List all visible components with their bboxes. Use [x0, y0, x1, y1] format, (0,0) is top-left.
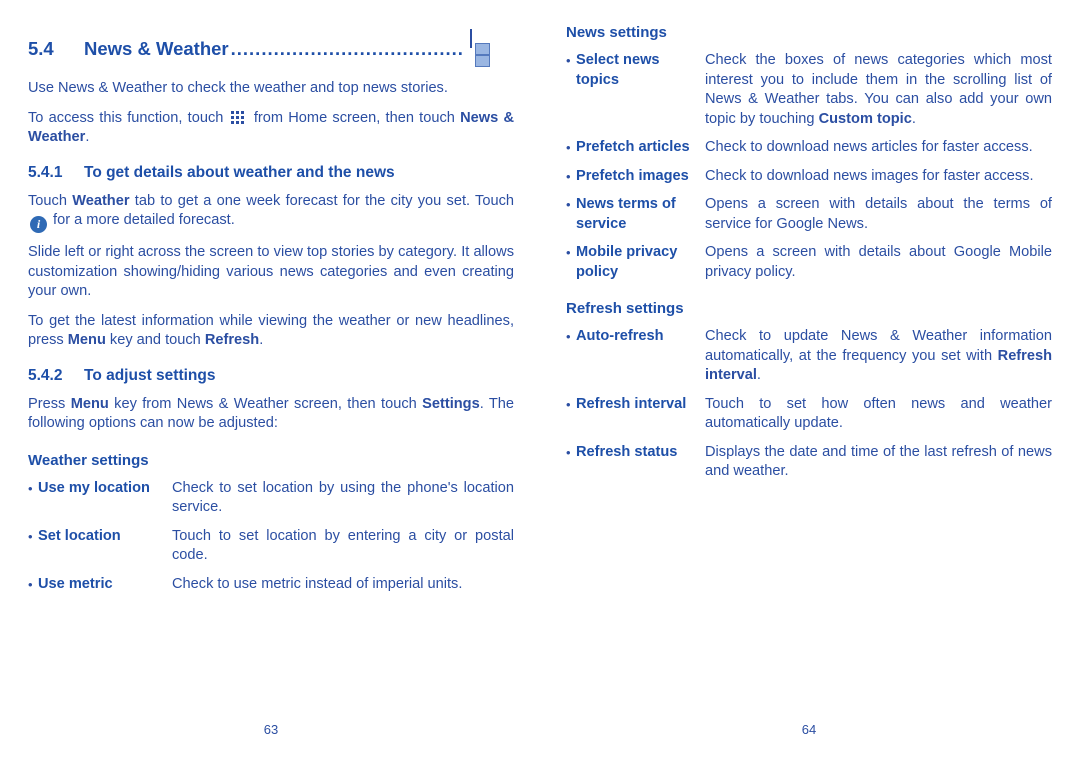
bullet-icon: •: [566, 53, 571, 68]
leader-dots: ........................................…: [230, 38, 464, 59]
p1-text-c: for a more detailed forecast.: [49, 212, 235, 228]
p3-bold-menu: Menu: [67, 332, 106, 348]
bullet-icon: •: [566, 329, 571, 344]
list-item-term: Select news topics: [576, 52, 660, 88]
desc-text-b: .: [911, 110, 916, 127]
list-item-term: Prefetch images: [576, 167, 689, 184]
subsection-number: 5.4.1: [28, 163, 63, 181]
list-item: • Auto-refresh Check to update News & We…: [566, 327, 1052, 386]
intro2-text-a: To access this function, touch: [28, 109, 229, 126]
slide-paragraph: Slide left or right across the screen to…: [28, 244, 514, 299]
weather-settings-heading: Weather settings: [28, 451, 149, 469]
bullet-icon: •: [28, 480, 33, 496]
intro-paragraph-1: Use News & Weather to check the weather …: [28, 80, 448, 96]
refresh-settings-list: • Auto-refresh Check to update News & We…: [566, 327, 1052, 482]
intro-paragraph-2: To access this function, touch from Home…: [28, 109, 514, 148]
bullet-icon: •: [566, 444, 571, 460]
bullet-icon: •: [566, 168, 571, 184]
list-item-term: News terms of service: [576, 196, 676, 232]
list-item: • News terms of service Opens a screen w…: [566, 195, 1052, 234]
p1-bold: Weather: [72, 192, 130, 209]
page-number-right: 64: [801, 722, 817, 737]
list-item-desc: Touch to set location by entering a city…: [172, 527, 514, 564]
list-item-term: Prefetch articles: [576, 139, 690, 155]
app-grid-icon: [230, 110, 247, 125]
weather-paragraph: Touch Weather tab to get a one week fore…: [28, 192, 514, 233]
p4-text-a: Press: [28, 395, 71, 412]
p1-text-a: Touch: [28, 192, 73, 209]
list-item-desc: Check to update News & Weather informati…: [705, 327, 1052, 386]
left-column: 5.4 News & Weather .....................…: [28, 0, 514, 767]
bullet-icon: •: [566, 396, 571, 412]
desc-bold: Custom topic: [818, 110, 912, 127]
document-page: 5.4 News & Weather .....................…: [0, 0, 1080, 767]
list-item: • Refresh status Displays the date and t…: [566, 443, 1052, 482]
p4-bold-menu: Menu: [70, 395, 109, 412]
bullet-icon: •: [566, 140, 571, 155]
right-column: News settings • Select news topics Check…: [566, 0, 1052, 767]
list-item-term: Mobile privacy policy: [576, 244, 678, 280]
list-item-desc: Check to use metric instead of imperial …: [172, 575, 463, 592]
list-item-term: Auto-refresh: [576, 328, 664, 344]
list-item-desc: Check to set location by using the phone…: [172, 479, 514, 516]
list-item-term: Use metric: [38, 575, 113, 592]
intro2-text-c: .: [85, 129, 90, 145]
list-item: • Set location Touch to set location by …: [28, 527, 514, 566]
list-item: • Prefetch articles Check to download ne…: [566, 138, 1052, 158]
intro2-text-b: from Home screen, then touch: [248, 109, 461, 126]
list-item-desc: Check to download news images for faster…: [705, 167, 1034, 184]
p4-text-b: key from News & Weather screen, then tou…: [108, 395, 423, 412]
p4-bold-settings: Settings: [422, 395, 480, 412]
settings-paragraph: Press Menu key from News & Weather scree…: [28, 395, 514, 434]
list-item-term: Refresh interval: [576, 395, 687, 412]
list-item-desc: Check the boxes of news categories which…: [705, 51, 1052, 129]
section-number: 5.4: [28, 38, 54, 59]
list-item-term: Set location: [38, 527, 121, 544]
refresh-settings-heading: Refresh settings: [566, 300, 684, 317]
list-item: • Select news topics Check the boxes of …: [566, 51, 1052, 129]
list-item-term: Use my location: [38, 479, 150, 496]
p1-text-b: tab to get a one week forecast for the c…: [129, 192, 514, 209]
bullet-icon: •: [28, 528, 33, 544]
bullet-icon: •: [28, 576, 33, 592]
subsection-title: To get details about weather and the new…: [84, 163, 395, 181]
refresh-paragraph: To get the latest information while view…: [28, 312, 514, 351]
subsection-number-2: 5.4.2: [28, 366, 63, 384]
p3-text-b: key and touch: [105, 332, 205, 348]
list-item-desc: Displays the date and time of the last r…: [705, 443, 1052, 480]
bullet-icon: •: [566, 245, 571, 260]
news-settings-heading: News settings: [566, 24, 667, 41]
list-item-term: Refresh status: [576, 443, 678, 460]
list-item-desc: Touch to set how often news and weather …: [705, 395, 1052, 432]
list-item: • Refresh interval Touch to set how ofte…: [566, 395, 1052, 434]
news-settings-list: • Select news topics Check the boxes of …: [566, 51, 1052, 282]
list-item: • Use metric Check to use metric instead…: [28, 575, 514, 595]
list-item: • Use my location Check to set location …: [28, 479, 514, 518]
list-item-desc: Check to download news articles for fast…: [705, 139, 1033, 155]
list-item: • Mobile privacy policy Opens a screen w…: [566, 243, 1052, 282]
section-title: News & Weather: [84, 38, 229, 59]
weather-settings-list: • Use my location Check to set location …: [28, 479, 514, 595]
desc-text-b: .: [756, 367, 761, 383]
subsection-heading-5-4-1: 5.4.1 To get details about weather and t…: [28, 164, 514, 182]
bullet-icon: •: [566, 197, 571, 212]
section-heading-5-4: 5.4 News & Weather .....................…: [28, 29, 514, 68]
p3-text-c: .: [259, 332, 264, 348]
info-icon: i: [30, 216, 47, 233]
list-item-desc: Opens a screen with details about Google…: [705, 244, 1052, 280]
subsection-heading-5-4-2: 5.4.2 To adjust settings: [28, 367, 514, 385]
page-number-left: 63: [263, 722, 279, 737]
list-item-desc: Opens a screen with details about the te…: [705, 196, 1052, 232]
list-item: • Prefetch images Check to download news…: [566, 167, 1052, 187]
google-news-icon: Google News: [470, 29, 514, 68]
subsection-title-2: To adjust settings: [84, 366, 216, 384]
p3-bold-refresh: Refresh: [204, 332, 260, 348]
